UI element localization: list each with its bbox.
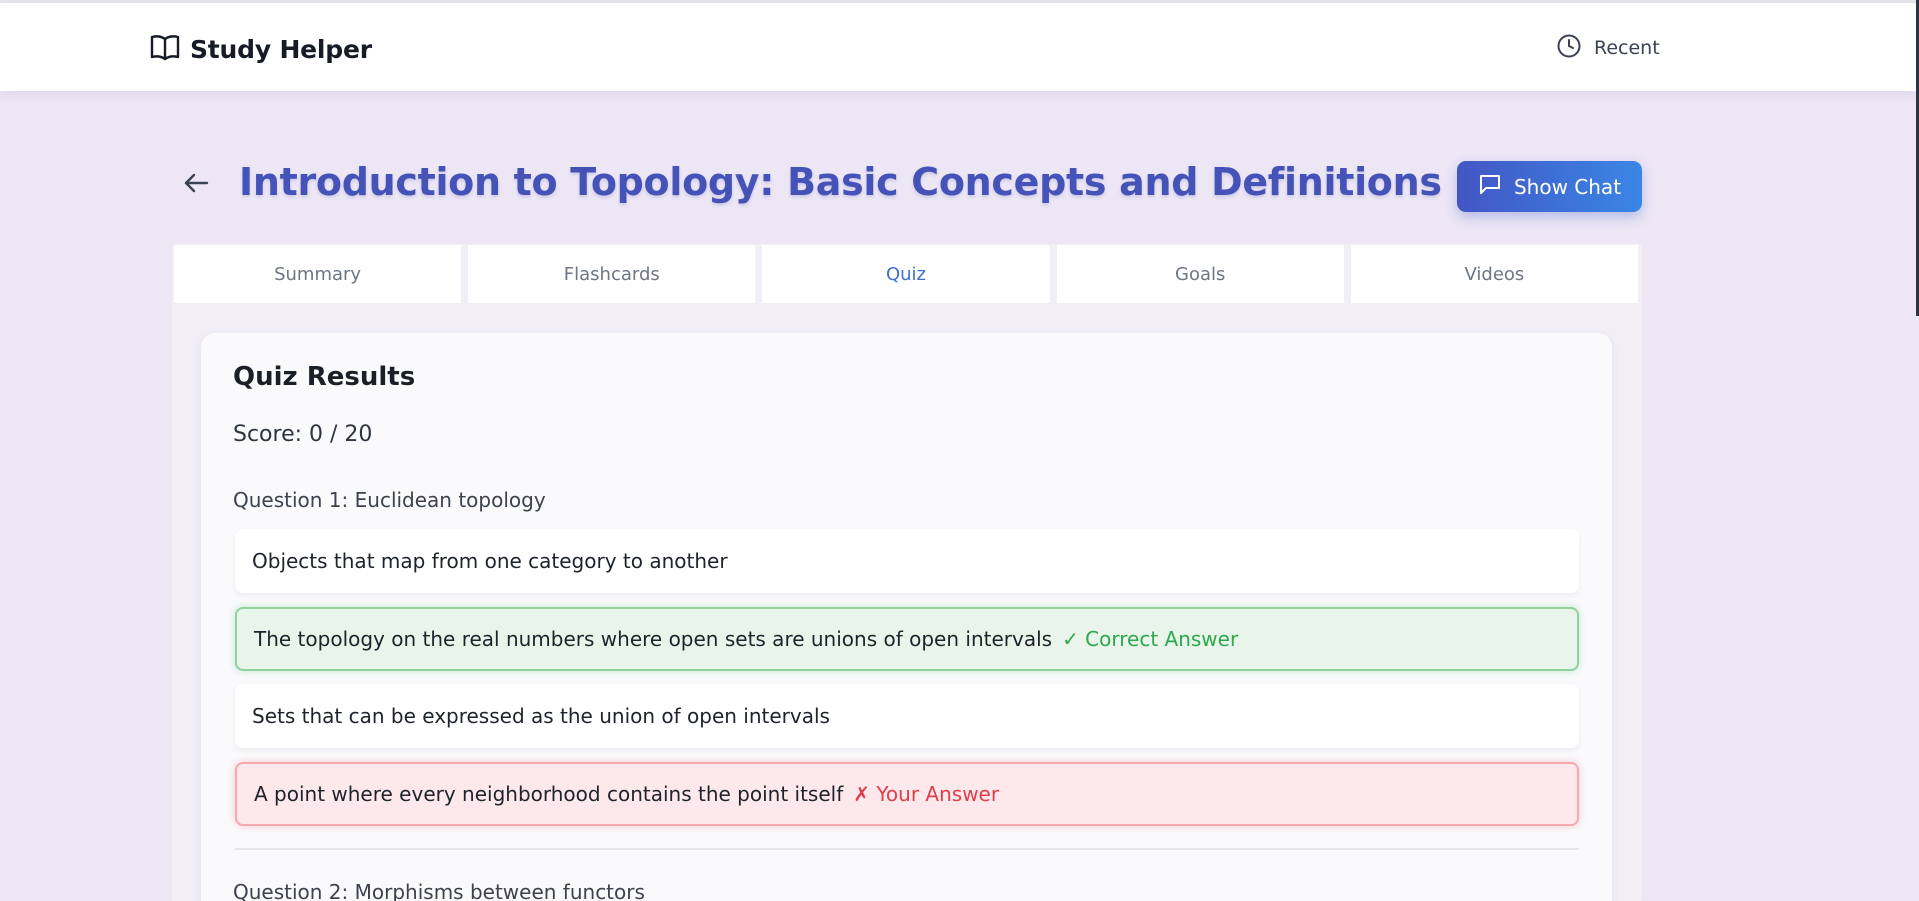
quiz-score: Score: 0 / 20 [233, 422, 373, 447]
recent-label: Recent [1594, 37, 1660, 59]
tab-goals[interactable]: Goals [1056, 245, 1344, 303]
question-title: Question 2: Morphisms between functors [233, 880, 645, 901]
answer-option[interactable]: Objects that map from one category to an… [235, 529, 1579, 593]
page-title: Introduction to Topology: Basic Concepts… [239, 160, 1442, 204]
answer-option-text: Objects that map from one category to an… [252, 549, 728, 573]
quiz-results-heading: Quiz Results [233, 362, 416, 392]
answer-option-correct[interactable]: The topology on the real numbers where o… [235, 607, 1579, 671]
tab-videos[interactable]: Videos [1350, 245, 1639, 303]
your-answer-badge: ✗ Your Answer [853, 782, 1000, 806]
correct-answer-badge: ✓ Correct Answer [1062, 627, 1239, 651]
recent-button[interactable]: Recent [1556, 33, 1660, 63]
book-open-icon [150, 33, 180, 65]
brand[interactable]: Study Helper [150, 31, 372, 67]
tab-quiz[interactable]: Quiz [762, 245, 1050, 303]
answer-option-text: The topology on the real numbers where o… [254, 627, 1053, 651]
answer-option-text: Sets that can be expressed as the union … [252, 704, 830, 728]
tab-flashcards[interactable]: Flashcards [468, 245, 756, 303]
brand-title: Study Helper [190, 34, 372, 64]
answer-option[interactable]: Sets that can be expressed as the union … [235, 684, 1579, 748]
answer-option-selected-wrong[interactable]: A point where every neighborhood contain… [235, 762, 1579, 826]
show-chat-button[interactable]: Show Chat [1457, 161, 1642, 212]
navbar: Study Helper Recent [0, 3, 1919, 91]
back-button[interactable] [178, 167, 214, 203]
arrow-left-icon [183, 172, 209, 198]
clock-icon [1556, 33, 1582, 63]
chat-bubble-icon [1478, 172, 1502, 201]
answer-option-text: A point where every neighborhood contain… [254, 782, 844, 806]
tab-summary[interactable]: Summary [174, 245, 462, 303]
show-chat-label: Show Chat [1513, 174, 1622, 199]
tab-bar: Summary Flashcards Quiz Goals Videos [174, 245, 1639, 303]
question-title: Question 1: Euclidean topology [233, 488, 546, 512]
question-divider [235, 848, 1579, 850]
